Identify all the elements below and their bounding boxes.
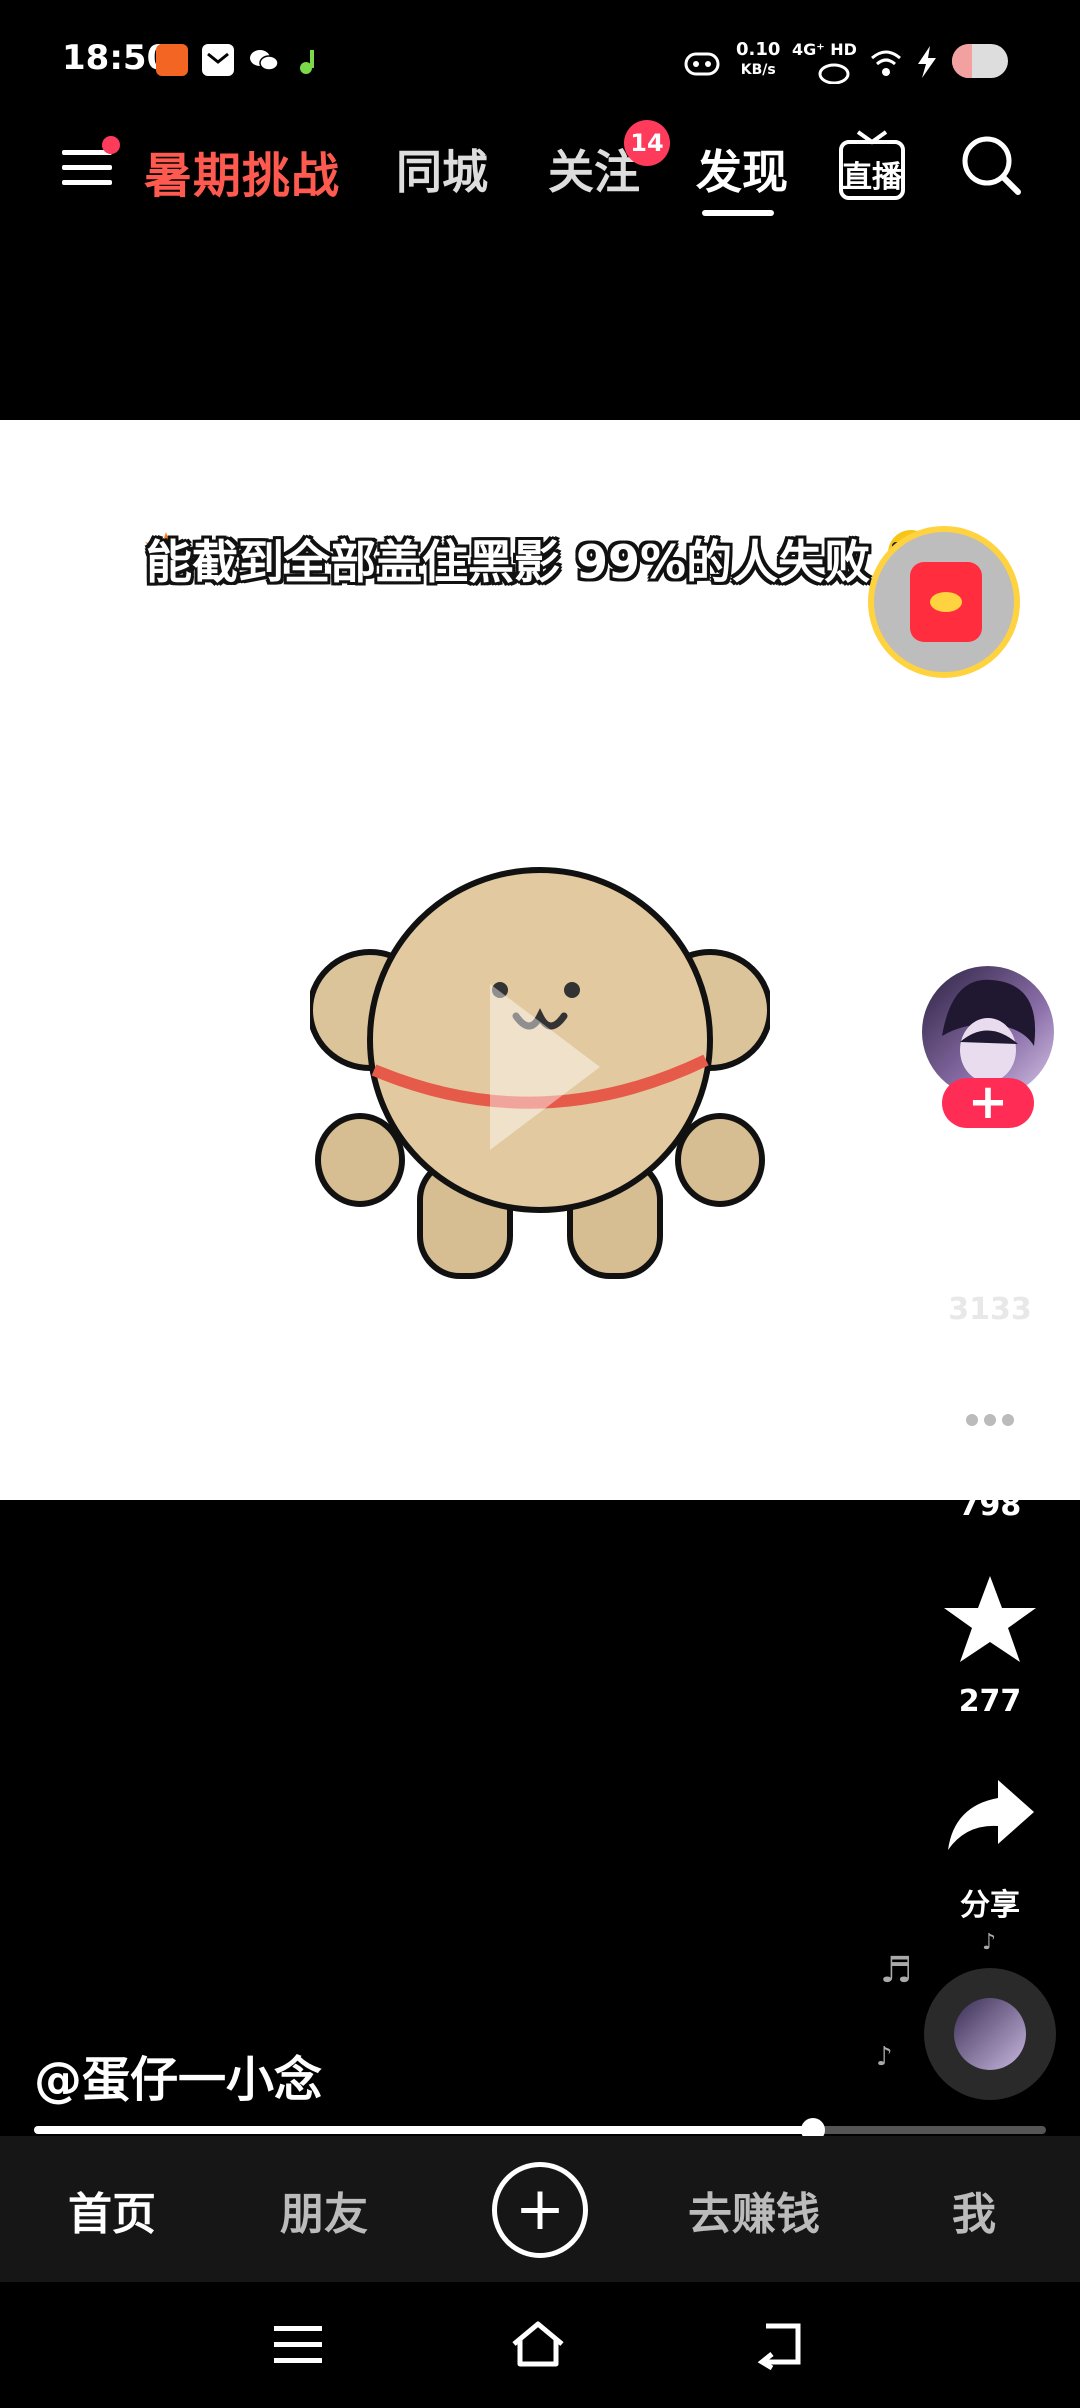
video-caption: 能截到全部盖住黑影 99%的人失败 — [146, 535, 871, 589]
following-badge: 14 — [624, 120, 670, 166]
live-button[interactable]: 直播 — [838, 128, 906, 202]
red-packet-seal — [930, 592, 962, 612]
promo-summer-challenge[interactable]: 暑期挑战 — [144, 136, 340, 206]
share-label: 分享 — [960, 1888, 1020, 1923]
battery-level — [952, 44, 972, 78]
back-icon[interactable] — [752, 2316, 808, 2372]
comment-icon[interactable] — [940, 1372, 1040, 1472]
red-packet-icon — [910, 562, 982, 642]
net-speed: 0.10 KB/s — [736, 40, 780, 80]
music-note-icon-small: ♪ — [876, 2042, 893, 2072]
wechat-icon — [248, 44, 280, 76]
nav-friends[interactable]: 朋友 — [280, 2178, 368, 2242]
nav-home[interactable]: 首页 — [68, 2178, 156, 2242]
tab-discover[interactable]: 发现 — [696, 136, 788, 202]
favorite-count: 277 — [958, 1684, 1022, 1719]
play-icon[interactable] — [478, 974, 608, 1160]
music-cover — [954, 1998, 1026, 2070]
share-arrow-icon[interactable] — [940, 1766, 1040, 1866]
comment-count: 798 — [958, 1488, 1022, 1523]
create-button[interactable]: + — [492, 2162, 588, 2258]
search-icon[interactable] — [960, 134, 1022, 196]
like-count: 3133 — [948, 1292, 1032, 1327]
home-icon[interactable] — [510, 2316, 566, 2372]
author-handle[interactable]: @蛋仔一小念 — [34, 2040, 322, 2110]
status-time: 18:50 — [62, 38, 171, 78]
nav-earn[interactable]: 去赚钱 — [688, 2178, 820, 2242]
follow-button[interactable]: + — [942, 1078, 1034, 1128]
charging-icon — [918, 46, 936, 78]
net-speed-value: 0.10 — [736, 39, 781, 60]
tab-local[interactable]: 同城 — [396, 136, 488, 202]
create-plus-icon: + — [514, 2174, 566, 2244]
nav-me[interactable]: 我 — [952, 2178, 996, 2242]
active-tab-indicator — [702, 210, 774, 216]
music-disc-button[interactable] — [924, 1968, 1056, 2100]
wifi-icon — [871, 50, 901, 76]
video-progress-fill — [34, 2126, 813, 2134]
net-speed-unit: KB/s — [740, 62, 776, 78]
music-app-icon — [294, 44, 326, 76]
mail-icon — [202, 44, 234, 76]
music-note-icon-tiny: ♪ — [982, 1930, 997, 1955]
live-label: 直播 — [842, 160, 902, 195]
battery-icon — [952, 44, 1008, 78]
app-red-icon — [156, 44, 188, 76]
recent-apps-icon[interactable] — [270, 2316, 326, 2372]
status-bar: 18:50 0.10 KB/s 4G⁺ HD — [0, 0, 1080, 120]
red-packet-button[interactable] — [868, 526, 1020, 678]
menu-notification-dot — [102, 136, 120, 154]
network-type: 4G⁺ HD — [792, 40, 857, 59]
music-note-icon: ♬ — [880, 1950, 913, 1991]
alarm-icon — [684, 52, 720, 76]
hotspot-icon — [818, 63, 850, 84]
video-progress-bar[interactable] — [34, 2118, 1046, 2142]
like-heart-icon[interactable] — [940, 1178, 1040, 1278]
favorite-star-icon[interactable] — [940, 1570, 1040, 1670]
